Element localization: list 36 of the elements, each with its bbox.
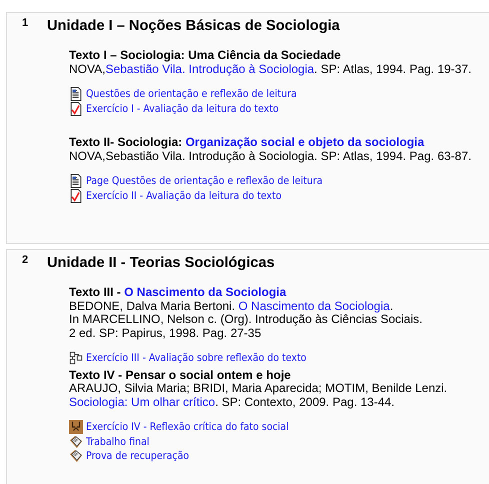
papers-icon — [69, 449, 83, 464]
citation-line: ARAUJO, Silvia Maria; BRIDI, Maria Aparecida; MOTIM, Benilde Lenzi. — [69, 382, 448, 396]
people-icon — [69, 420, 83, 434]
book-link[interactable]: Sociologia: Um olhar crítico — [69, 394, 216, 408]
reading-heading: Texto I – Sociologia: Uma Ciência da Sociedade — [69, 49, 342, 62]
checked-document-icon — [69, 102, 83, 116]
reading-heading: Texto IV - Pensar o social ontem e hoje — [69, 368, 292, 382]
activity-link[interactable]: Exercício III - Avaliação sobre reflexão do texto — [86, 352, 306, 364]
reading-link[interactable]: O Nascimento da Sociologia — [124, 285, 286, 299]
section-title: Unidade II - Teorias Sociológicas — [47, 254, 276, 273]
activity-link[interactable]: Page Questões de orientação e reflexão de leitura — [86, 175, 323, 188]
citation-line: 2 ed. SP: Papirus, 1998. Pag. 27-35 — [69, 326, 262, 340]
section-number: 1 — [22, 17, 28, 29]
document-icon — [69, 174, 83, 188]
book-link[interactable]: Sebastião Vila. Introdução à Sociologia — [105, 62, 314, 76]
citation-line: NOVA,Sebastião Vila. Introdução à Sociologia. SP: Atlas, 1994. Pag. 63-87. — [69, 150, 472, 163]
activity-link[interactable]: Trabalho final — [86, 436, 150, 448]
checked-document-icon — [69, 188, 83, 203]
citation-line: BEDONE, Dalva Maria Bertoni. O Nascimento da Sociologia. — [69, 300, 394, 313]
section-title: Unidade I – Noções Básicas de Sociologia — [47, 17, 341, 36]
section-number: 2 — [22, 254, 28, 266]
papers-icon — [69, 434, 83, 449]
activity-link[interactable]: Questões de orientação e reflexão de leitura — [86, 88, 297, 100]
activity-link[interactable]: Exercício II - Avaliação da leitura do texto — [86, 190, 282, 202]
citation-line: NOVA,Sebastião Vila. Introdução à Sociologia. SP: Atlas, 1994. Pag. 19-37. — [69, 62, 472, 76]
reading-heading: Texto III - O Nascimento da Sociologia — [69, 286, 288, 300]
reading-heading: Texto II- Sociologia: Organização social e objeto da sociologia — [69, 136, 426, 150]
citation-line: Sociologia: Um olhar crítico. SP: Contexto, 2009. Pag. 13-44. — [69, 396, 396, 409]
activity-link[interactable]: Exercício IV - Reflexão crítica do fato social — [86, 421, 289, 434]
reading-link[interactable]: Organização social e objeto da sociologia — [185, 135, 424, 149]
activity-link[interactable]: Prova de recuperação — [86, 450, 190, 462]
book-link[interactable]: O Nascimento da Sociologia — [238, 298, 390, 312]
document-icon — [69, 87, 83, 102]
activity-link[interactable]: Exercício I - Avaliação da leitura do texto — [86, 102, 279, 115]
squares-icon — [69, 351, 83, 366]
citation-line: In MARCELLINO, Nelson c. (Org). Introdução às Ciências Sociais. — [69, 313, 424, 326]
